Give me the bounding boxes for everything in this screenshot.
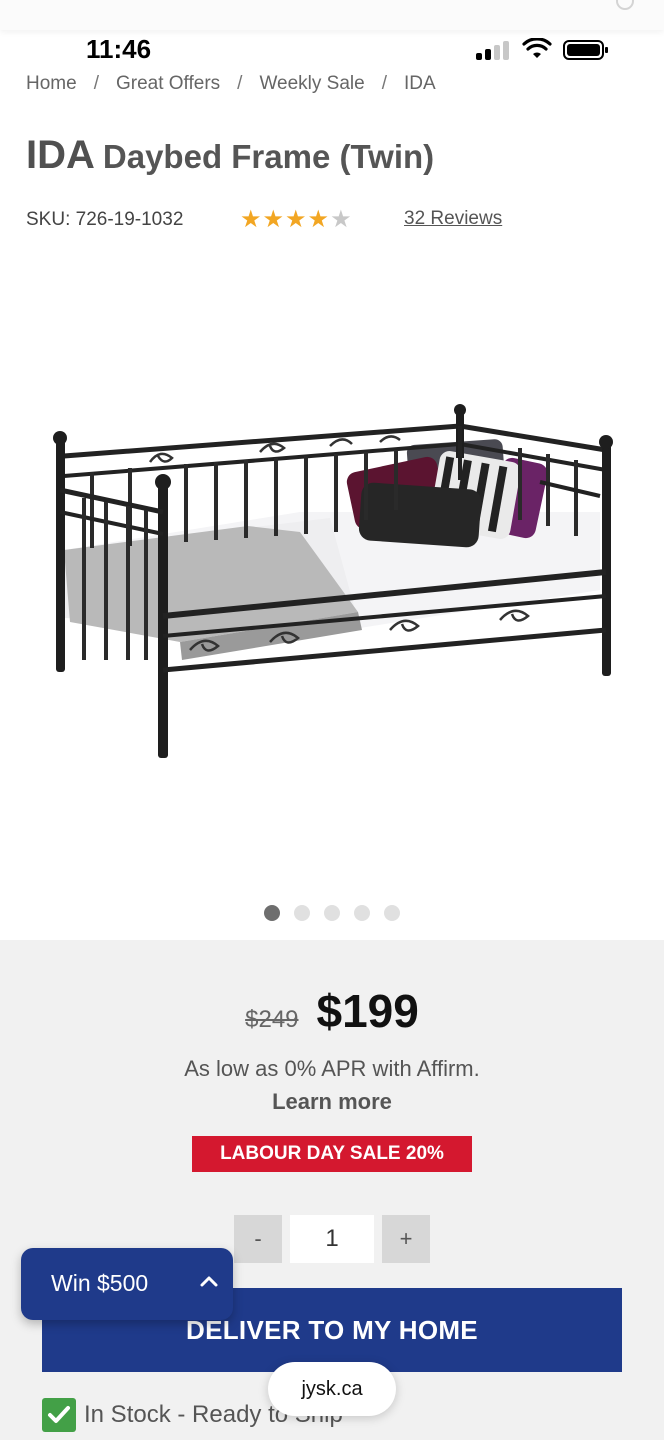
reviews-link[interactable]: 32 Reviews [404,208,502,230]
chevron-up-icon [200,1276,218,1287]
sale-price: $199 [316,985,419,1037]
price-row: $249 $199 [0,984,664,1038]
carousel-dot[interactable] [264,905,280,921]
browser-url-pill[interactable]: jysk.ca [268,1362,396,1416]
wifi-icon [522,38,552,58]
status-time: 11:46 [86,34,152,64]
breadcrumb-separator: / [93,73,99,94]
learn-more-link[interactable]: Learn more [0,1089,664,1115]
top-search-strip [0,0,664,30]
page-title: IDA Daybed Frame (Twin) [26,133,434,178]
checkmark-icon [42,1398,76,1432]
product-sku: SKU: 726-19-1032 [26,209,184,230]
quantity-increment-button[interactable]: + [382,1215,430,1263]
star-filled-icon: ★ [240,205,263,233]
breadcrumb: Home / Great Offers / Weekly Sale / IDA [26,73,436,95]
breadcrumb-current: IDA [403,73,436,94]
product-brand: IDA [26,133,95,177]
breadcrumb-separator: / [237,73,243,94]
affirm-financing-text: As low as 0% APR with Affirm. [184,1056,480,1081]
sale-badge: LABOUR DAY SALE 20% [192,1136,472,1172]
quantity-decrement-button[interactable]: - [234,1215,282,1263]
breadcrumb-separator: / [381,73,387,94]
star-empty-icon: ★ [330,205,353,233]
quantity-input[interactable] [290,1215,374,1263]
product-name: Daybed Frame (Twin) [102,138,435,175]
star-filled-icon: ★ [285,205,308,233]
breadcrumb-home[interactable]: Home [26,73,77,95]
carousel-dot[interactable] [354,905,370,921]
carousel-dot[interactable] [324,905,340,921]
win-promo-button[interactable]: Win $500 [21,1248,233,1320]
carousel-dot[interactable] [384,905,400,921]
daybed-product-image[interactable] [0,250,664,890]
status-bar: 11:46 [0,30,664,70]
battery-icon [563,40,608,60]
breadcrumb-weekly-sale[interactable]: Weekly Sale [259,73,364,95]
image-carousel-dots [0,905,664,921]
star-filled-icon: ★ [262,205,286,233]
star-filled-icon: ★ [307,205,331,233]
search-icon[interactable] [616,0,634,10]
breadcrumb-great-offers[interactable]: Great Offers [116,73,220,95]
original-price: $249 [245,1006,299,1033]
win-promo-label: Win $500 [51,1270,149,1296]
cellular-signal-icon [476,40,510,60]
carousel-dot[interactable] [294,905,310,921]
rating-stars: ★★★★★ [240,205,353,233]
